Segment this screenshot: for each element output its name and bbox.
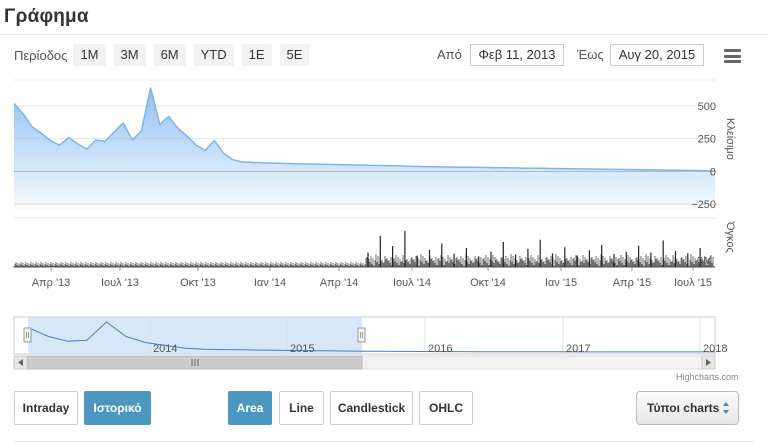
range-3m-button[interactable]: 3M [113, 44, 146, 66]
navigator-year-label: 2015 [290, 343, 314, 355]
range-ytd-button[interactable]: YTD [193, 44, 234, 66]
footer-divider [14, 441, 754, 442]
volume-zero-label: 0M [697, 255, 712, 267]
navigator-year-label: 2016 [428, 343, 452, 355]
range-1y-button[interactable]: 1Ε [241, 44, 272, 66]
x-axis-label: Ιαν '15 [545, 277, 577, 289]
price-pane: 500 250 0 −250 Κλείσιμο [13, 79, 736, 211]
to-date-input[interactable]: Αυγ 20, 2015 [610, 44, 704, 66]
chart-types-label: Τύποι charts [647, 401, 720, 415]
price-tick-label: 0 [710, 166, 716, 178]
x-axis-label: Οκτ '14 [470, 277, 506, 289]
x-axis-label: Ιαν '14 [254, 277, 286, 289]
x-axis-label: Ιουλ '14 [393, 277, 431, 289]
select-arrows-icon [723, 402, 729, 414]
range-selector: Περίοδος 1M 3M 6M YTD 1Ε 5Ε [14, 44, 317, 66]
range-5y-button[interactable]: 5Ε [279, 44, 310, 66]
navigator-year-label: 2017 [566, 343, 590, 355]
range-6m-button[interactable]: 6M [153, 44, 186, 66]
navigator-year-label: 2014 [153, 343, 177, 355]
x-axis-label: Οκτ '13 [180, 277, 216, 289]
highcharts-credits[interactable]: Highcharts.com [676, 372, 739, 382]
stock-chart: 500 250 0 −250 Κλείσιμο 0M Όγκος Απρ '13 Ιου… [13, 79, 736, 370]
candlestick-chart-button[interactable]: Candlestick [330, 391, 413, 425]
to-label: Έως [577, 47, 604, 62]
price-tick-label: 250 [698, 134, 716, 146]
x-axis-label: Απρ '15 [613, 277, 652, 289]
from-label: Από [437, 47, 462, 62]
scrollbar [13, 355, 716, 370]
navigator-year-label: 2018 [703, 343, 727, 355]
historical-button[interactable]: Ιστορικό [84, 391, 151, 425]
intraday-button[interactable]: Intraday [14, 391, 78, 425]
period-label: Περίοδος [14, 47, 68, 63]
x-axis-label: Ιουλ '15 [674, 277, 712, 289]
price-tick-label: −250 [691, 199, 716, 211]
from-date-input[interactable]: Φεβ 11, 2013 [470, 44, 564, 66]
line-chart-button[interactable]: Line [279, 391, 324, 425]
navigator-left-handle[interactable] [23, 327, 32, 343]
x-axis-label: Απρ '14 [320, 277, 359, 289]
volume-pane: 0M Όγκος [13, 217, 736, 268]
hamburger-menu-icon[interactable] [724, 49, 741, 63]
chart-types-select[interactable]: Τύποι charts [636, 391, 739, 425]
price-axis-title: Κλείσιμο [724, 118, 736, 160]
navigator-right-handle[interactable] [357, 327, 366, 343]
x-axis-label: Ιουλ '13 [101, 277, 139, 289]
range-1m-button[interactable]: 1M [73, 44, 106, 66]
title-divider [0, 34, 768, 35]
area-chart-button[interactable]: Area [228, 391, 272, 425]
x-axis-label: Απρ '13 [32, 277, 71, 289]
page-title: Γράφημα [4, 6, 89, 27]
navigator: 2014 2015 2016 2017 2018 [13, 316, 727, 355]
ohlc-chart-button[interactable]: OHLC [419, 391, 473, 425]
price-tick-label: 500 [698, 101, 716, 113]
volume-axis-title: Όγκος [724, 221, 736, 253]
